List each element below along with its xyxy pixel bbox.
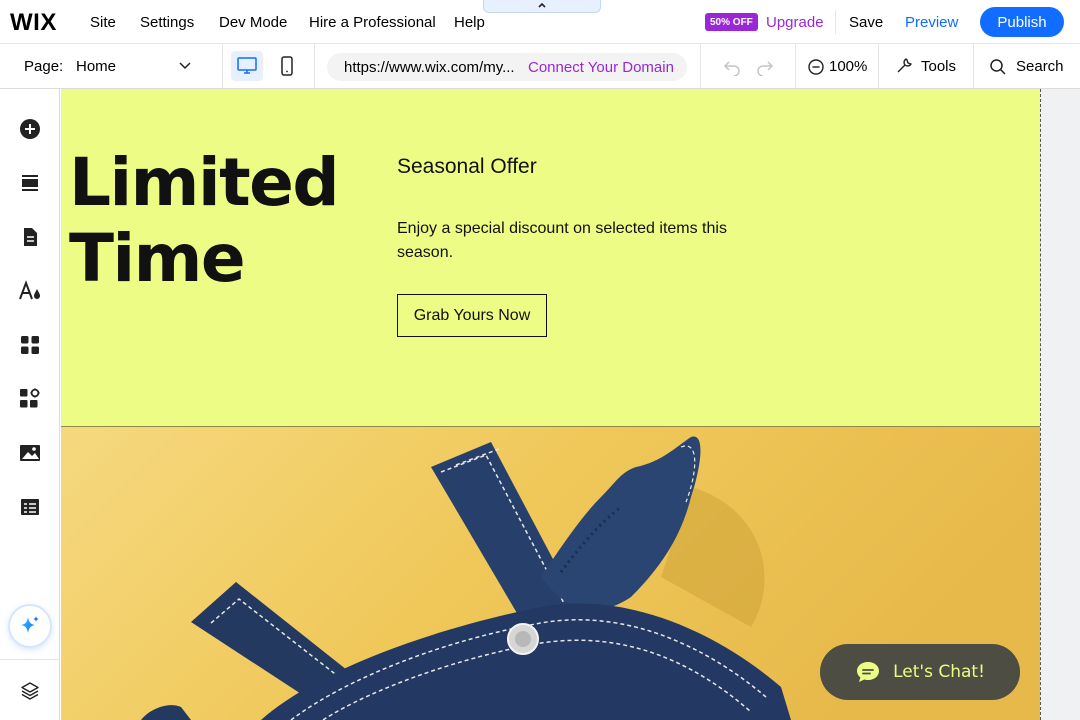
site-url-bar[interactable]: https://www.wix.com/my... Connect Your D… xyxy=(327,53,687,81)
page-selector[interactable]: Home xyxy=(76,44,116,89)
mobile-view-button[interactable] xyxy=(271,51,303,81)
collapse-toolbar-handle[interactable] xyxy=(483,0,601,13)
desktop-icon xyxy=(237,57,257,74)
menu-dev-mode[interactable]: Dev Mode xyxy=(219,0,287,44)
apps-icon[interactable] xyxy=(18,333,42,357)
mobile-icon xyxy=(281,56,293,76)
hero-title[interactable]: Limited Time xyxy=(69,144,340,297)
search-button[interactable]: Search xyxy=(1016,44,1064,89)
top-bar: WIX Site Settings Dev Mode Hire a Profes… xyxy=(0,0,1080,44)
sparkle-icon xyxy=(21,616,39,633)
divider xyxy=(835,10,836,34)
chat-label: Let's Chat! xyxy=(893,662,985,682)
menu-settings[interactable]: Settings xyxy=(140,0,194,44)
search-icon[interactable] xyxy=(989,58,1007,76)
menu-site[interactable]: Site xyxy=(90,0,116,44)
media-icon[interactable] xyxy=(18,441,42,465)
chevron-down-icon[interactable] xyxy=(178,60,192,72)
canvas-boundary xyxy=(1040,89,1041,720)
hero-section[interactable]: Limited Time Seasonal Offer Enjoy a spec… xyxy=(61,89,1040,427)
canvas-right-gutter xyxy=(1040,89,1080,720)
title-line-2: Time xyxy=(69,220,246,297)
discount-badge: 50% OFF xyxy=(705,13,758,31)
chat-button[interactable]: Let's Chat! xyxy=(820,644,1020,700)
save-button[interactable]: Save xyxy=(849,0,883,44)
redo-icon[interactable] xyxy=(755,58,775,76)
hero-paragraph[interactable]: Enjoy a special discount on selected ite… xyxy=(397,217,757,265)
layers-icon[interactable] xyxy=(18,679,42,703)
menu-hire-professional[interactable]: Hire a Professional xyxy=(309,0,436,44)
add-icon[interactable] xyxy=(18,117,42,141)
business-apps-icon[interactable] xyxy=(18,387,42,411)
hero-subheading[interactable]: Seasonal Offer xyxy=(397,155,537,179)
pages-icon[interactable] xyxy=(18,225,42,249)
ai-assistant-button[interactable] xyxy=(10,606,50,646)
title-line-1: Limited xyxy=(69,144,340,221)
chat-bubble-icon xyxy=(857,662,880,682)
wix-logo[interactable]: WIX xyxy=(10,9,57,37)
publish-button[interactable]: Publish xyxy=(980,7,1064,37)
editor-toolbar: Page: Home https://www.wix.com/my... Con… xyxy=(0,44,1080,89)
desktop-view-button[interactable] xyxy=(231,51,263,81)
page-label: Page: xyxy=(24,58,64,75)
zoom-level[interactable]: 100% xyxy=(829,44,867,89)
left-toolbar xyxy=(0,89,60,720)
preview-button[interactable]: Preview xyxy=(905,0,958,44)
theme-icon[interactable] xyxy=(18,279,42,303)
sections-icon[interactable] xyxy=(18,171,42,195)
upgrade-link[interactable]: Upgrade xyxy=(766,0,824,44)
menu-help[interactable]: Help xyxy=(454,0,485,44)
site-canvas[interactable]: Limited Time Seasonal Offer Enjoy a spec… xyxy=(61,89,1040,720)
tools-button[interactable]: Tools xyxy=(921,44,956,89)
site-url: https://www.wix.com/my... xyxy=(344,58,515,76)
grab-yours-now-button[interactable]: Grab Yours Now xyxy=(397,294,547,337)
tools-icon[interactable] xyxy=(895,57,913,75)
chevron-up-icon xyxy=(538,2,546,8)
connect-domain-link[interactable]: Connect Your Domain xyxy=(528,53,674,81)
undo-icon[interactable] xyxy=(722,58,742,76)
cms-icon[interactable] xyxy=(18,495,42,519)
zoom-out-icon[interactable] xyxy=(807,58,825,76)
